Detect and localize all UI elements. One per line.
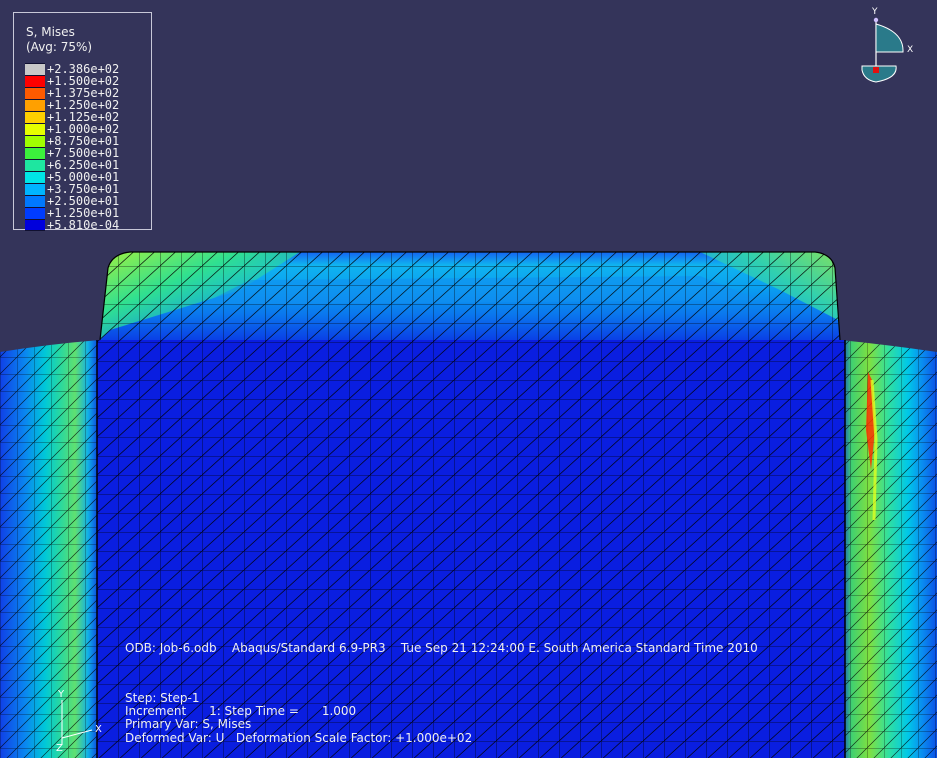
legend-swatch: [25, 87, 45, 99]
triad-x-label: X: [95, 724, 102, 735]
legend-swatch: [25, 63, 45, 75]
legend-swatch: [25, 207, 45, 219]
primary-var-line: Primary Var: S, Mises: [125, 717, 252, 731]
legend-swatch: [25, 135, 45, 147]
triad-z-label: Z: [56, 743, 63, 754]
triad-top-y-label: Y: [872, 7, 878, 17]
odb-info-line: ODB: Job-6.odb Abaqus/Standard 6.9-PR3 T…: [125, 641, 758, 655]
legend-swatch: [25, 183, 45, 195]
shaft-left: [0, 340, 100, 758]
triad-y-label: Y: [58, 689, 65, 700]
legend-title: S, Mises (Avg: 75%): [26, 25, 92, 55]
cylinder-body: [97, 340, 845, 758]
legend-swatch: [25, 123, 45, 135]
legend-swatch: [25, 111, 45, 123]
legend-swatch: [25, 159, 45, 171]
cylinder-top-cap: [99, 251, 841, 341]
legend-swatch: [25, 219, 45, 231]
triad-top-x-label: X: [907, 45, 914, 55]
legend-value: +5.810e-04: [47, 218, 120, 232]
legend-swatch: [25, 75, 45, 87]
legend-averaging: (Avg: 75%): [26, 40, 93, 54]
legend-swatch: [25, 147, 45, 159]
legend-swatch: [25, 171, 45, 183]
legend-swatch: [25, 99, 45, 111]
shaft-right: [840, 340, 937, 758]
deformed-var-line: Deformed Var: U Deformation Scale Factor…: [125, 731, 473, 745]
view-orientation-triad[interactable]: [861, 17, 904, 83]
contour-legend: S, Mises (Avg: 75%) +2.386e+02 +1.500e+02…: [13, 12, 152, 232]
legend-variable: S, Mises: [26, 25, 75, 39]
legend-swatch: [25, 195, 45, 207]
